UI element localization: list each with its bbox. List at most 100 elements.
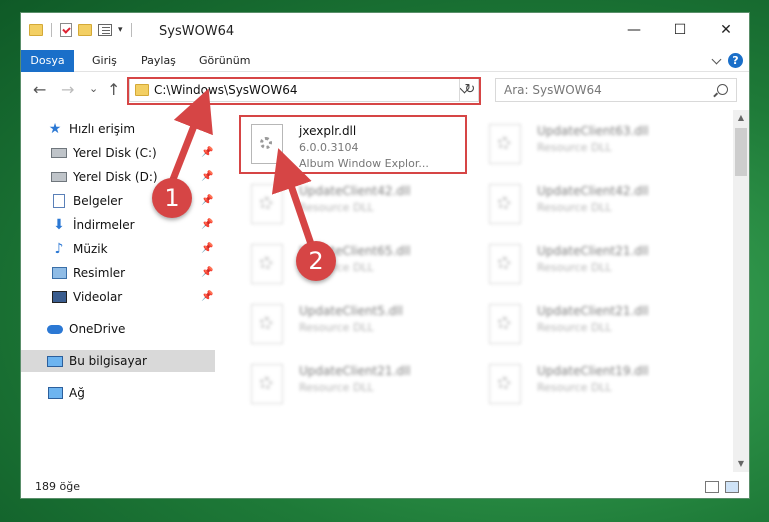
file-name: UpdateClient42.dll <box>299 184 411 198</box>
sidebar-item-label: Yerel Disk (C:) <box>73 146 157 160</box>
file-name: UpdateClient19.dll <box>537 364 649 378</box>
dll-file-icon <box>251 244 283 284</box>
step-1-badge: 1 <box>152 178 192 218</box>
properties-check-icon[interactable] <box>60 23 72 37</box>
star-icon: ★ <box>48 121 62 137</box>
file-name: UpdateClient5.dll <box>299 304 403 318</box>
list-item[interactable]: UpdateClient21.dll Resource DLL <box>489 298 714 353</box>
sidebar-item-onedrive[interactable]: OneDrive <box>47 318 125 340</box>
file-description: Resource DLL <box>299 381 374 394</box>
file-description: Resource DLL <box>537 261 612 274</box>
list-item[interactable]: UpdateClient21.dll Resource DLL <box>251 358 476 413</box>
properties-icon[interactable] <box>98 24 112 36</box>
dll-file-icon <box>489 364 521 404</box>
sidebar-item-music[interactable]: ♪ Müzik <box>51 238 108 260</box>
recent-locations-button[interactable]: ⌄ <box>89 82 98 95</box>
pin-icon[interactable]: 📌 <box>201 195 213 206</box>
pin-icon[interactable]: 📌 <box>201 291 213 302</box>
dll-file-icon <box>251 184 283 224</box>
customize-toolbar-chevron-icon[interactable]: ▾ <box>118 25 123 35</box>
toolbar-divider <box>130 23 132 37</box>
scrollbar-thumb[interactable] <box>735 128 747 176</box>
details-view-icon[interactable] <box>705 481 719 493</box>
item-count: 189 öğe <box>35 480 80 493</box>
file-description: Resource DLL <box>537 141 612 154</box>
disk-icon <box>51 148 67 158</box>
pin-icon[interactable]: 📌 <box>201 147 213 158</box>
file-description: Resource DLL <box>299 201 374 214</box>
close-button[interactable]: ✕ <box>703 13 749 47</box>
up-button[interactable]: ↑ <box>107 80 120 99</box>
pictures-icon <box>51 267 67 279</box>
list-item[interactable]: UpdateClient65.dll Resource DLL <box>251 238 476 293</box>
sidebar-item-disk-d[interactable]: Yerel Disk (D:) <box>51 166 158 188</box>
step-2-badge: 2 <box>296 241 336 281</box>
file-name: UpdateClient21.dll <box>299 364 411 378</box>
list-item[interactable]: UpdateClient21.dll Resource DLL <box>489 238 714 293</box>
large-icons-view-icon[interactable] <box>725 481 739 493</box>
file-description: Resource DLL <box>537 381 612 394</box>
list-item[interactable]: UpdateClient42.dll Resource DLL <box>251 178 476 233</box>
tab-dosya[interactable]: Dosya <box>21 50 74 72</box>
file-description: Resource DLL <box>537 201 612 214</box>
sidebar-item-label: Yerel Disk (D:) <box>73 170 158 184</box>
sidebar-item-this-pc[interactable]: Bu bilgisayar <box>21 350 215 372</box>
vertical-scrollbar[interactable]: ▲ ▼ <box>733 110 749 472</box>
network-icon <box>47 387 63 399</box>
file-description: Resource DLL <box>299 321 374 334</box>
sidebar-item-label: Belgeler <box>73 194 123 208</box>
dll-file-icon <box>251 364 283 404</box>
pin-icon[interactable]: 📌 <box>201 171 213 182</box>
music-note-icon: ♪ <box>54 241 64 257</box>
sidebar-item-label: Hızlı erişim <box>69 122 136 136</box>
list-item[interactable]: UpdateClient63.dll Resource DLL <box>489 118 714 173</box>
title-bar: ▾ SysWOW64 — ☐ ✕ <box>21 13 749 50</box>
sidebar-item-documents[interactable]: Belgeler <box>51 190 123 212</box>
sidebar-item-videos[interactable]: Videolar <box>51 286 122 308</box>
forward-button[interactable]: → <box>61 80 74 99</box>
navigation-pane: ★ Hızlı erişim Yerel Disk (C:) 📌 Yerel D… <box>21 110 215 472</box>
sidebar-item-pictures[interactable]: Resimler <box>51 262 125 284</box>
dll-file-icon <box>251 304 283 344</box>
file-highlight-box <box>239 115 467 174</box>
pin-icon[interactable]: 📌 <box>201 243 213 254</box>
scroll-up-arrow-icon[interactable]: ▲ <box>733 110 749 126</box>
list-item[interactable]: UpdateClient42.dll Resource DLL <box>489 178 714 233</box>
sidebar-item-downloads[interactable]: ⬇ İndirmeler <box>51 214 134 236</box>
tab-paylas[interactable]: Paylaş <box>141 50 176 72</box>
search-icon[interactable] <box>717 84 728 95</box>
toolbar-divider <box>51 23 52 37</box>
document-icon <box>53 194 65 208</box>
pin-icon[interactable]: 📌 <box>201 267 213 278</box>
sidebar-item-quick-access[interactable]: ★ Hızlı erişim <box>47 118 135 140</box>
sidebar-item-label: Müzik <box>73 242 108 256</box>
folder-icon[interactable] <box>29 24 43 36</box>
quick-access-toolbar: ▾ <box>29 23 134 37</box>
sidebar-item-label: Resimler <box>73 266 126 280</box>
sidebar-item-label: Videolar <box>73 290 123 304</box>
search-box[interactable]: Ara: SysWOW64 <box>495 78 737 102</box>
computer-icon <box>47 355 63 367</box>
scroll-down-arrow-icon[interactable]: ▼ <box>733 456 749 472</box>
file-name: UpdateClient21.dll <box>537 244 649 258</box>
help-icon[interactable]: ? <box>728 53 743 68</box>
list-item[interactable]: UpdateClient19.dll Resource DLL <box>489 358 714 413</box>
file-name: UpdateClient21.dll <box>537 304 649 318</box>
pin-icon[interactable]: 📌 <box>201 219 213 230</box>
sidebar-item-label: Bu bilgisayar <box>69 354 147 368</box>
new-folder-icon[interactable] <box>78 24 92 36</box>
file-name: UpdateClient63.dll <box>537 124 649 138</box>
sidebar-item-disk-c[interactable]: Yerel Disk (C:) <box>51 142 215 164</box>
sidebar-item-network[interactable]: Ağ <box>47 382 85 404</box>
ribbon-tabs: Dosya Giriş Paylaş Görünüm ? <box>21 50 749 72</box>
address-highlight-box <box>127 77 481 105</box>
minimize-button[interactable]: — <box>611 13 657 47</box>
expand-ribbon-chevron-icon[interactable] <box>711 54 722 64</box>
tab-gorunum[interactable]: Görünüm <box>199 50 250 72</box>
back-button[interactable]: ← <box>33 80 46 99</box>
list-item[interactable]: UpdateClient5.dll Resource DLL <box>251 298 476 353</box>
maximize-button[interactable]: ☐ <box>657 13 703 47</box>
tab-giris[interactable]: Giriş <box>92 50 117 72</box>
dll-file-icon <box>489 184 521 224</box>
dll-file-icon <box>489 304 521 344</box>
